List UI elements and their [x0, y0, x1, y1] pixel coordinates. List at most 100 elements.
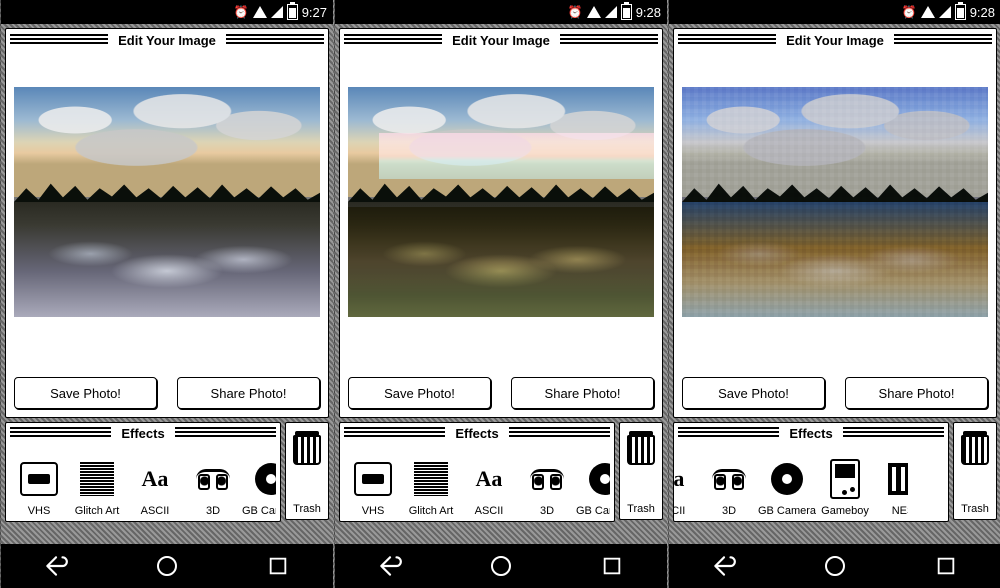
- trash-button[interactable]: Trash: [285, 422, 329, 520]
- ascii-icon: Aa: [673, 466, 684, 492]
- effects-strip[interactable]: VHS Glitch Art Aa ASCII 3D GB Camera: [344, 447, 610, 517]
- wifi-icon: [587, 6, 601, 18]
- status-bar: ⏰ 9:28: [669, 0, 1000, 24]
- effect-label: Gameboy: [821, 505, 869, 517]
- nav-home-button[interactable]: [137, 554, 197, 578]
- effect-item[interactable]: GB Camera: [576, 447, 610, 517]
- phone-screen: ⏰ 9:27 Edit Your Image Save Photo! Share…: [0, 0, 333, 588]
- effect-label: VHS: [362, 505, 385, 517]
- effect-item[interactable]: Aa ASCII: [673, 447, 700, 517]
- page-title: Edit Your Image: [780, 33, 890, 48]
- nes-icon: [888, 463, 908, 495]
- effect-label: ASCII: [475, 505, 504, 517]
- trash-button[interactable]: Trash: [619, 422, 663, 520]
- effect-item[interactable]: NES: [874, 447, 908, 517]
- glitch-icon: [80, 462, 114, 496]
- share-button[interactable]: Share Photo!: [845, 377, 988, 409]
- effect-item[interactable]: Glitch Art: [68, 447, 126, 517]
- image-preview[interactable]: [682, 87, 988, 317]
- status-bar: ⏰ 9:28: [335, 0, 667, 24]
- effect-item[interactable]: VHS: [344, 447, 402, 517]
- vhs-icon: [20, 462, 58, 496]
- trash-icon: [961, 431, 989, 465]
- nav-recent-button[interactable]: [916, 555, 976, 577]
- page-title: Edit Your Image: [446, 33, 556, 48]
- effect-item[interactable]: Aa ASCII: [460, 447, 518, 517]
- effects-strip[interactable]: VHS Glitch Art Aa ASCII 3D GB Camera: [10, 447, 276, 517]
- effect-label: NES: [892, 505, 908, 517]
- effect-label: ASCII: [673, 505, 685, 517]
- effect-item[interactable]: 3D: [700, 447, 758, 517]
- nav-recent-button[interactable]: [248, 555, 308, 577]
- 3d-icon: [196, 469, 230, 490]
- gameboy-icon: [830, 459, 860, 499]
- recent-icon: [935, 555, 957, 577]
- share-button[interactable]: Share Photo!: [511, 377, 654, 409]
- effects-strip[interactable]: Aa ASCII 3D GB Camera Gameboy NES ZX: [673, 447, 908, 517]
- home-icon: [489, 554, 513, 578]
- image-preview[interactable]: [348, 87, 654, 317]
- glitch-icon: [414, 462, 448, 496]
- back-icon: [377, 553, 403, 579]
- recent-icon: [267, 555, 289, 577]
- nav-back-button[interactable]: [360, 553, 420, 579]
- nav-recent-button[interactable]: [582, 555, 642, 577]
- effect-item[interactable]: 3D: [518, 447, 576, 517]
- effects-row: Effects VHS Glitch Art Aa ASCII 3D GB Ca…: [339, 422, 663, 522]
- nav-bar: [669, 544, 1000, 588]
- effect-item[interactable]: GB Camera: [242, 447, 276, 517]
- status-time: 9:27: [302, 5, 327, 20]
- nav-bar: [1, 544, 333, 588]
- nav-back-button[interactable]: [26, 553, 86, 579]
- phone-screen: ⏰ 9:28 Edit Your Image Save Photo! Share…: [334, 0, 667, 588]
- gbcamera-icon: [771, 463, 803, 495]
- save-button[interactable]: Save Photo!: [682, 377, 825, 409]
- nav-home-button[interactable]: [805, 554, 865, 578]
- effects-card: Effects Aa ASCII 3D GB Camera Gameboy NE…: [673, 422, 949, 522]
- effect-label: 3D: [540, 505, 554, 517]
- battery-icon: [621, 4, 632, 20]
- 3d-icon: [530, 469, 564, 490]
- phone-screen: ⏰ 9:28 Edit Your Image Save Photo! Share…: [668, 0, 1000, 588]
- effect-item[interactable]: Gameboy: [816, 447, 874, 517]
- effect-label: Glitch Art: [75, 505, 120, 517]
- edit-card: Edit Your Image Save Photo! Share Photo!: [673, 28, 997, 418]
- signal-icon: [271, 6, 283, 18]
- battery-icon: [955, 4, 966, 20]
- vhs-icon: [354, 462, 392, 496]
- effect-label: GB Camera: [758, 505, 816, 517]
- save-button[interactable]: Save Photo!: [14, 377, 157, 409]
- effect-item[interactable]: 3D: [184, 447, 242, 517]
- battery-icon: [287, 4, 298, 20]
- trash-icon: [627, 431, 655, 465]
- effects-card: Effects VHS Glitch Art Aa ASCII 3D GB Ca…: [339, 422, 615, 522]
- effect-item[interactable]: VHS: [10, 447, 68, 517]
- alarm-icon: ⏰: [234, 5, 249, 19]
- save-button[interactable]: Save Photo!: [348, 377, 491, 409]
- home-icon: [155, 554, 179, 578]
- nav-back-button[interactable]: [694, 553, 754, 579]
- effect-label: GB Camera: [242, 505, 276, 517]
- effect-label: ASCII: [141, 505, 170, 517]
- share-button[interactable]: Share Photo!: [177, 377, 320, 409]
- effect-item[interactable]: GB Camera: [758, 447, 816, 517]
- back-icon: [711, 553, 737, 579]
- trash-button[interactable]: Trash: [953, 422, 997, 520]
- recent-icon: [601, 555, 623, 577]
- effect-item[interactable]: Aa ASCII: [126, 447, 184, 517]
- card-title-bar: Edit Your Image: [340, 29, 662, 51]
- effect-label: 3D: [722, 505, 736, 517]
- gbcamera-icon: [589, 463, 610, 495]
- card-title-bar: Edit Your Image: [674, 29, 996, 51]
- image-preview[interactable]: [14, 87, 320, 317]
- effect-label: Glitch Art: [409, 505, 454, 517]
- alarm-icon: ⏰: [568, 5, 583, 19]
- trash-icon: [293, 431, 321, 465]
- 3d-icon: [712, 469, 746, 490]
- nav-home-button[interactable]: [471, 554, 531, 578]
- status-time: 9:28: [970, 5, 995, 20]
- gbcamera-icon: [255, 463, 276, 495]
- effect-item[interactable]: Glitch Art: [402, 447, 460, 517]
- effects-title: Effects: [449, 426, 504, 441]
- edit-card: Edit Your Image Save Photo! Share Photo!: [339, 28, 663, 418]
